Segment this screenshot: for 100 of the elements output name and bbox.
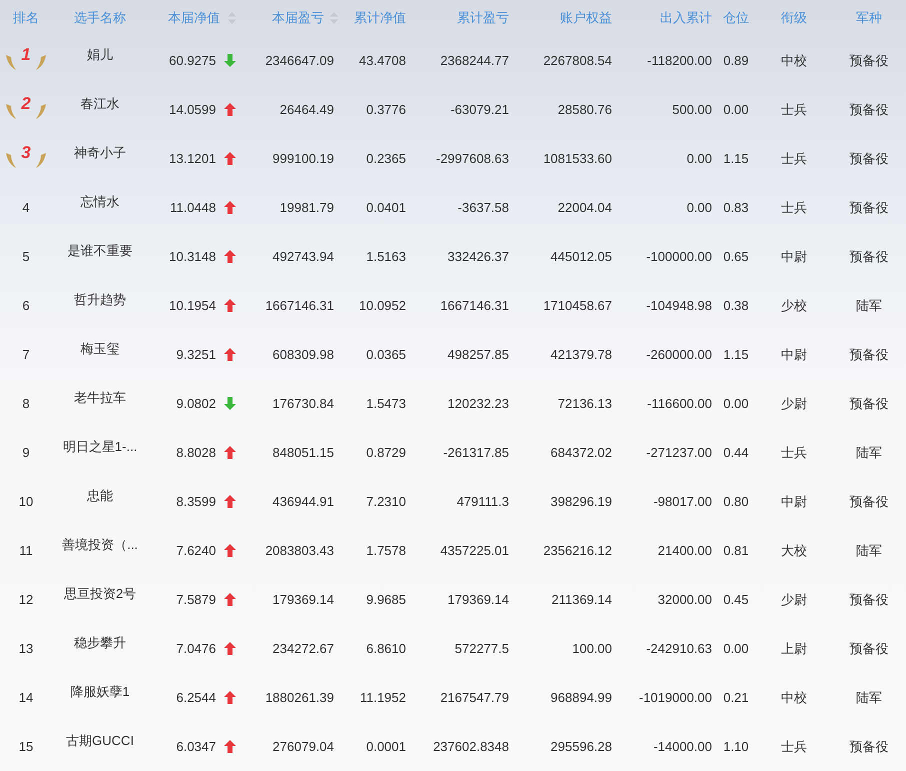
table-cell: -261317.85 [443, 445, 509, 460]
table-cell: 0.89 [723, 53, 749, 68]
table-cell: 1.15 [723, 151, 749, 166]
column-header: 出入累计 [660, 9, 712, 27]
table-cell: 7.5879 [176, 592, 216, 607]
table-cell: 2167547.79 [440, 690, 509, 705]
table-cell: 士兵 [781, 198, 807, 216]
table-cell: 436944.91 [272, 494, 334, 509]
column-header: 本届盈亏 [272, 9, 324, 27]
table-cell: 19981.79 [280, 200, 334, 215]
table-cell: 608309.98 [272, 347, 334, 362]
table-cell: 13 [18, 641, 34, 656]
table-cell: -104948.98 [646, 298, 712, 313]
column-header: 衔级 [781, 9, 807, 27]
table-cell: 2083803.43 [265, 543, 334, 558]
table-cell: 276079.04 [272, 739, 334, 754]
table-cell: 848051.15 [272, 445, 334, 460]
table-cell: 7.2310 [366, 494, 406, 509]
table-cell: 大校 [781, 542, 807, 560]
table-cell: 少尉 [781, 590, 807, 608]
table-cell: 10.1954 [169, 298, 216, 313]
column-header: 账户权益 [560, 9, 612, 27]
table-cell: 179369.14 [448, 592, 509, 607]
table-cell: 预备役 [850, 52, 888, 70]
table-cell: 1667146.31 [265, 298, 334, 313]
table-cell: 0.45 [723, 592, 749, 607]
table-cell: 684372.02 [550, 445, 612, 460]
table-cell: 10 [18, 494, 34, 509]
table-cell: 上尉 [781, 640, 807, 658]
table-cell: 22004.04 [558, 200, 612, 215]
table-cell: 少尉 [781, 394, 807, 412]
table-cell: 0.8729 [366, 445, 406, 460]
rank-number: 1 [21, 44, 31, 64]
table-cell: 0.00 [686, 200, 712, 215]
table-cell: 0.00 [686, 151, 712, 166]
table-cell: 11.0448 [170, 200, 216, 215]
table-cell: 1.5163 [366, 249, 406, 264]
table-cell: 0.00 [723, 396, 749, 411]
player-name: 老牛拉车 [74, 388, 126, 406]
table-cell: 120232.23 [448, 396, 509, 411]
column-header: 累计净值 [354, 9, 406, 27]
column-header: 排名 [13, 9, 39, 27]
player-name: 梅玉玺 [80, 340, 120, 358]
player-name: 善境投资（... [62, 536, 138, 554]
table-cell: 479111.3 [456, 494, 509, 509]
table-cell: 0.0365 [366, 347, 406, 362]
table-cell: 72136.13 [558, 396, 612, 411]
table-cell: 421379.78 [550, 347, 612, 362]
table-cell: 999100.19 [272, 151, 334, 166]
table-cell: 0.0001 [366, 739, 406, 754]
table-cell: 234272.67 [272, 641, 334, 656]
table-cell: 211369.14 [552, 592, 612, 607]
table-cell: 11.1952 [360, 690, 406, 705]
table-cell: 11 [19, 543, 33, 558]
table-cell: 7.0476 [176, 641, 216, 656]
table-cell: 10.0952 [359, 298, 406, 313]
table-cell: -63079.21 [450, 102, 509, 117]
table-cell: 8.3599 [176, 494, 216, 509]
table-cell: 2368244.77 [440, 53, 509, 68]
player-name: 思亘投资2号 [64, 584, 136, 602]
table-cell: 14.0599 [169, 102, 216, 117]
table-cell: 295596.28 [550, 739, 612, 754]
table-cell: 12 [18, 592, 34, 607]
table-cell: 1.7578 [366, 543, 406, 558]
table-cell: 176730.84 [272, 396, 334, 411]
table-cell: -1019000.00 [638, 690, 712, 705]
player-name: 春江水 [80, 94, 120, 112]
table-cell: 60.9275 [169, 53, 216, 68]
player-name: 是谁不重要 [68, 242, 132, 260]
table-cell: 26464.49 [280, 102, 334, 117]
table-cell: 预备役 [850, 590, 888, 608]
player-name: 娟儿 [87, 46, 113, 64]
table-cell: -260000.00 [646, 347, 712, 362]
table-cell: 0.80 [723, 494, 749, 509]
table-cell: 士兵 [781, 444, 807, 462]
column-header: 本届净值 [168, 9, 220, 27]
table-cell: 0.0401 [366, 200, 406, 215]
table-cell: 0.83 [723, 200, 749, 215]
column-header: 军种 [856, 9, 882, 27]
table-cell: 预备役 [850, 640, 888, 658]
table-cell: 332426.37 [448, 249, 509, 264]
table-cell: 7 [22, 347, 30, 362]
table-cell: 572277.5 [454, 641, 509, 656]
table-cell: -116600.00 [647, 396, 712, 411]
table-cell: 0.00 [723, 102, 749, 117]
table-cell: 预备役 [850, 100, 888, 118]
table-cell: 10.3148 [169, 249, 216, 264]
table-cell: 43.4708 [359, 53, 406, 68]
table-cell: 498257.85 [448, 347, 509, 362]
table-cell: 中尉 [781, 346, 807, 364]
table-cell: 1081533.60 [543, 151, 612, 166]
player-name: 忠能 [87, 486, 113, 504]
table-cell: 4357225.01 [440, 543, 509, 558]
column-header: 累计盈亏 [457, 9, 509, 27]
table-cell: 陆军 [856, 688, 882, 706]
table-cell: -98017.00 [653, 494, 712, 509]
table-cell: 9.9685 [366, 592, 406, 607]
table-cell: 6.2544 [176, 690, 216, 705]
table-cell: 0.21 [723, 690, 749, 705]
table-cell: 0.00 [723, 641, 749, 656]
